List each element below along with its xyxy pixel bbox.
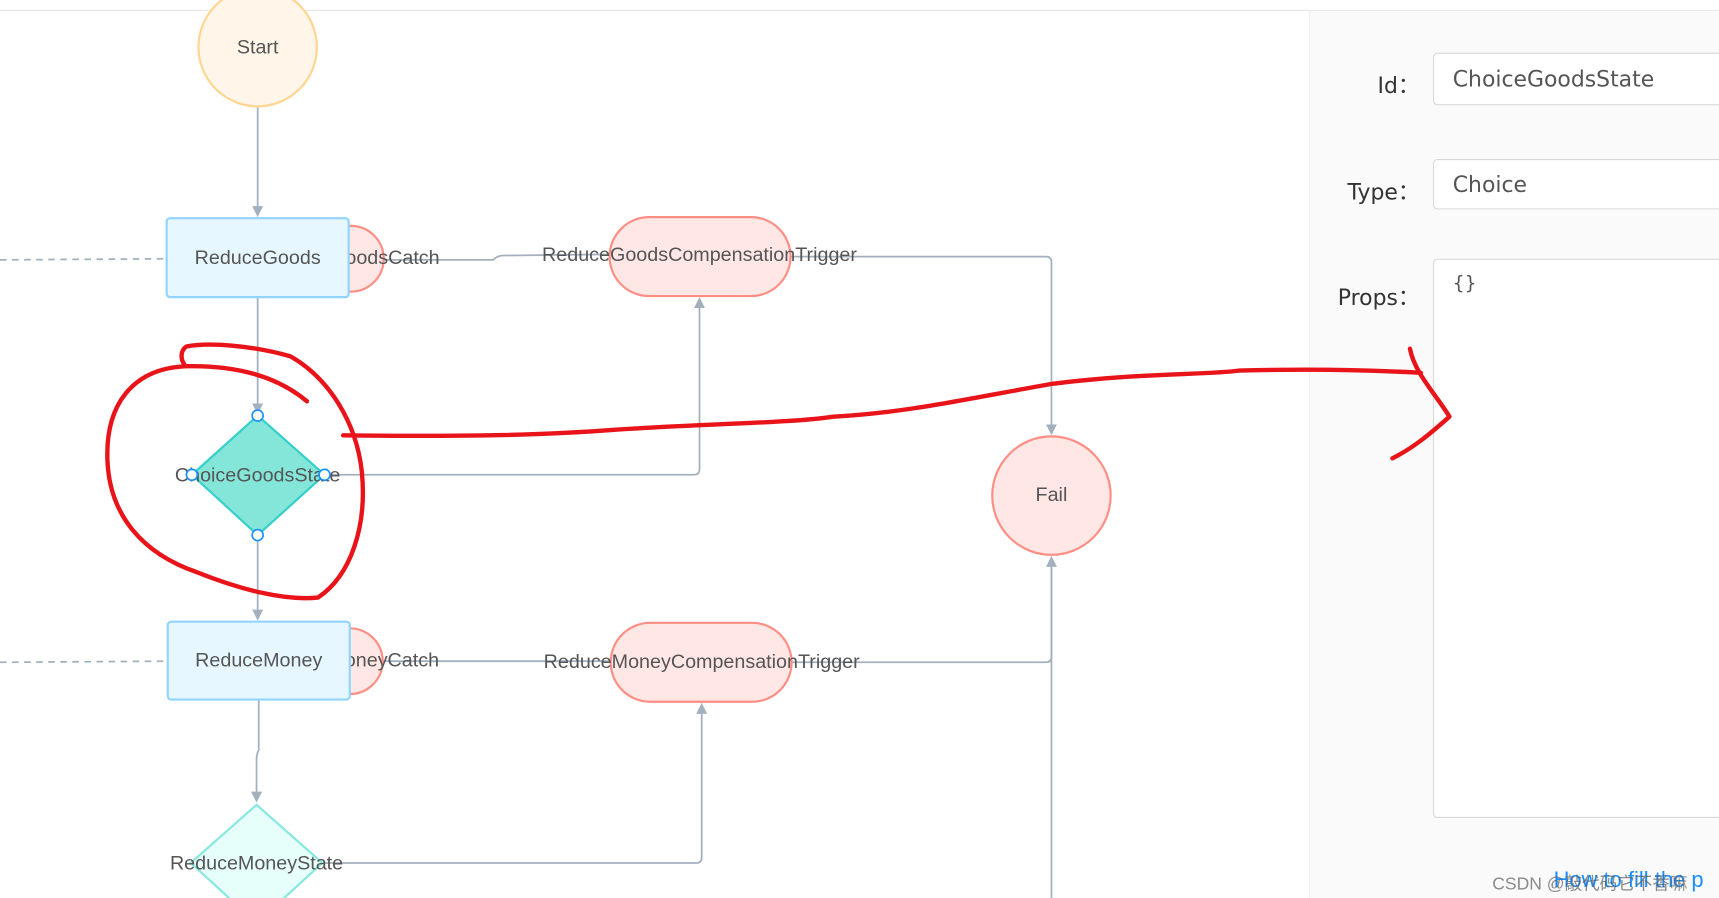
node-reduce-money[interactable]: ReduceMoney: [166, 620, 351, 701]
node-reduce-goods[interactable]: ReduceGoods: [165, 217, 350, 299]
node-reduce-money-state[interactable]: ReduceMoneyState: [170, 803, 343, 898]
node-label: ChoiceGoodsState: [175, 464, 341, 486]
id-input[interactable]: ChoiceGoodsState: [1432, 52, 1719, 106]
app-stage: Start ReduceGoodsCatch ReduceGoods Reduc…: [0, 0, 1719, 898]
edge: [251, 699, 263, 803]
node-label: ReduceMoneyState: [170, 853, 343, 875]
edges: [0, 106, 1057, 898]
node-fail[interactable]: Fail: [991, 435, 1112, 556]
node-choice-goods-state[interactable]: ChoiceGoodsState: [175, 409, 341, 542]
flow-canvas[interactable]: Start ReduceGoodsCatch ReduceGoods Reduc…: [0, 0, 1309, 898]
type-input[interactable]: Choice: [1432, 158, 1719, 210]
node-label: Fail: [1036, 484, 1068, 506]
node-reduce-money-compensation[interactable]: ReduceMoneyCompensationTrigger: [544, 621, 860, 703]
type-label: Type：: [1347, 178, 1420, 206]
edge: [324, 297, 705, 476]
id-label: Id：: [1377, 72, 1420, 99]
node-label: ReduceGoods: [195, 247, 321, 269]
edge: [322, 702, 708, 864]
edge: [791, 555, 1057, 664]
properties-panel: Id： ChoiceGoodsState Type： Choice Props：…: [1309, 10, 1719, 898]
node-start[interactable]: Start: [197, 0, 318, 108]
props-textarea[interactable]: {}: [1432, 258, 1719, 818]
props-label: Props：: [1337, 283, 1420, 311]
watermark: CSDN @敲代码它不香嘛: [1492, 875, 1688, 894]
node-label: ReduceMoneyCompensationTrigger: [544, 651, 860, 673]
edge: [0, 257, 167, 261]
edge: [790, 255, 1057, 436]
node-reduce-goods-compensation[interactable]: ReduceGoodsCompensationTrigger: [542, 216, 857, 298]
node-label: ReduceMoney: [195, 650, 322, 672]
node-label: Start: [237, 37, 279, 59]
edge: [0, 660, 168, 664]
node-label: ReduceGoodsCompensationTrigger: [542, 244, 857, 266]
